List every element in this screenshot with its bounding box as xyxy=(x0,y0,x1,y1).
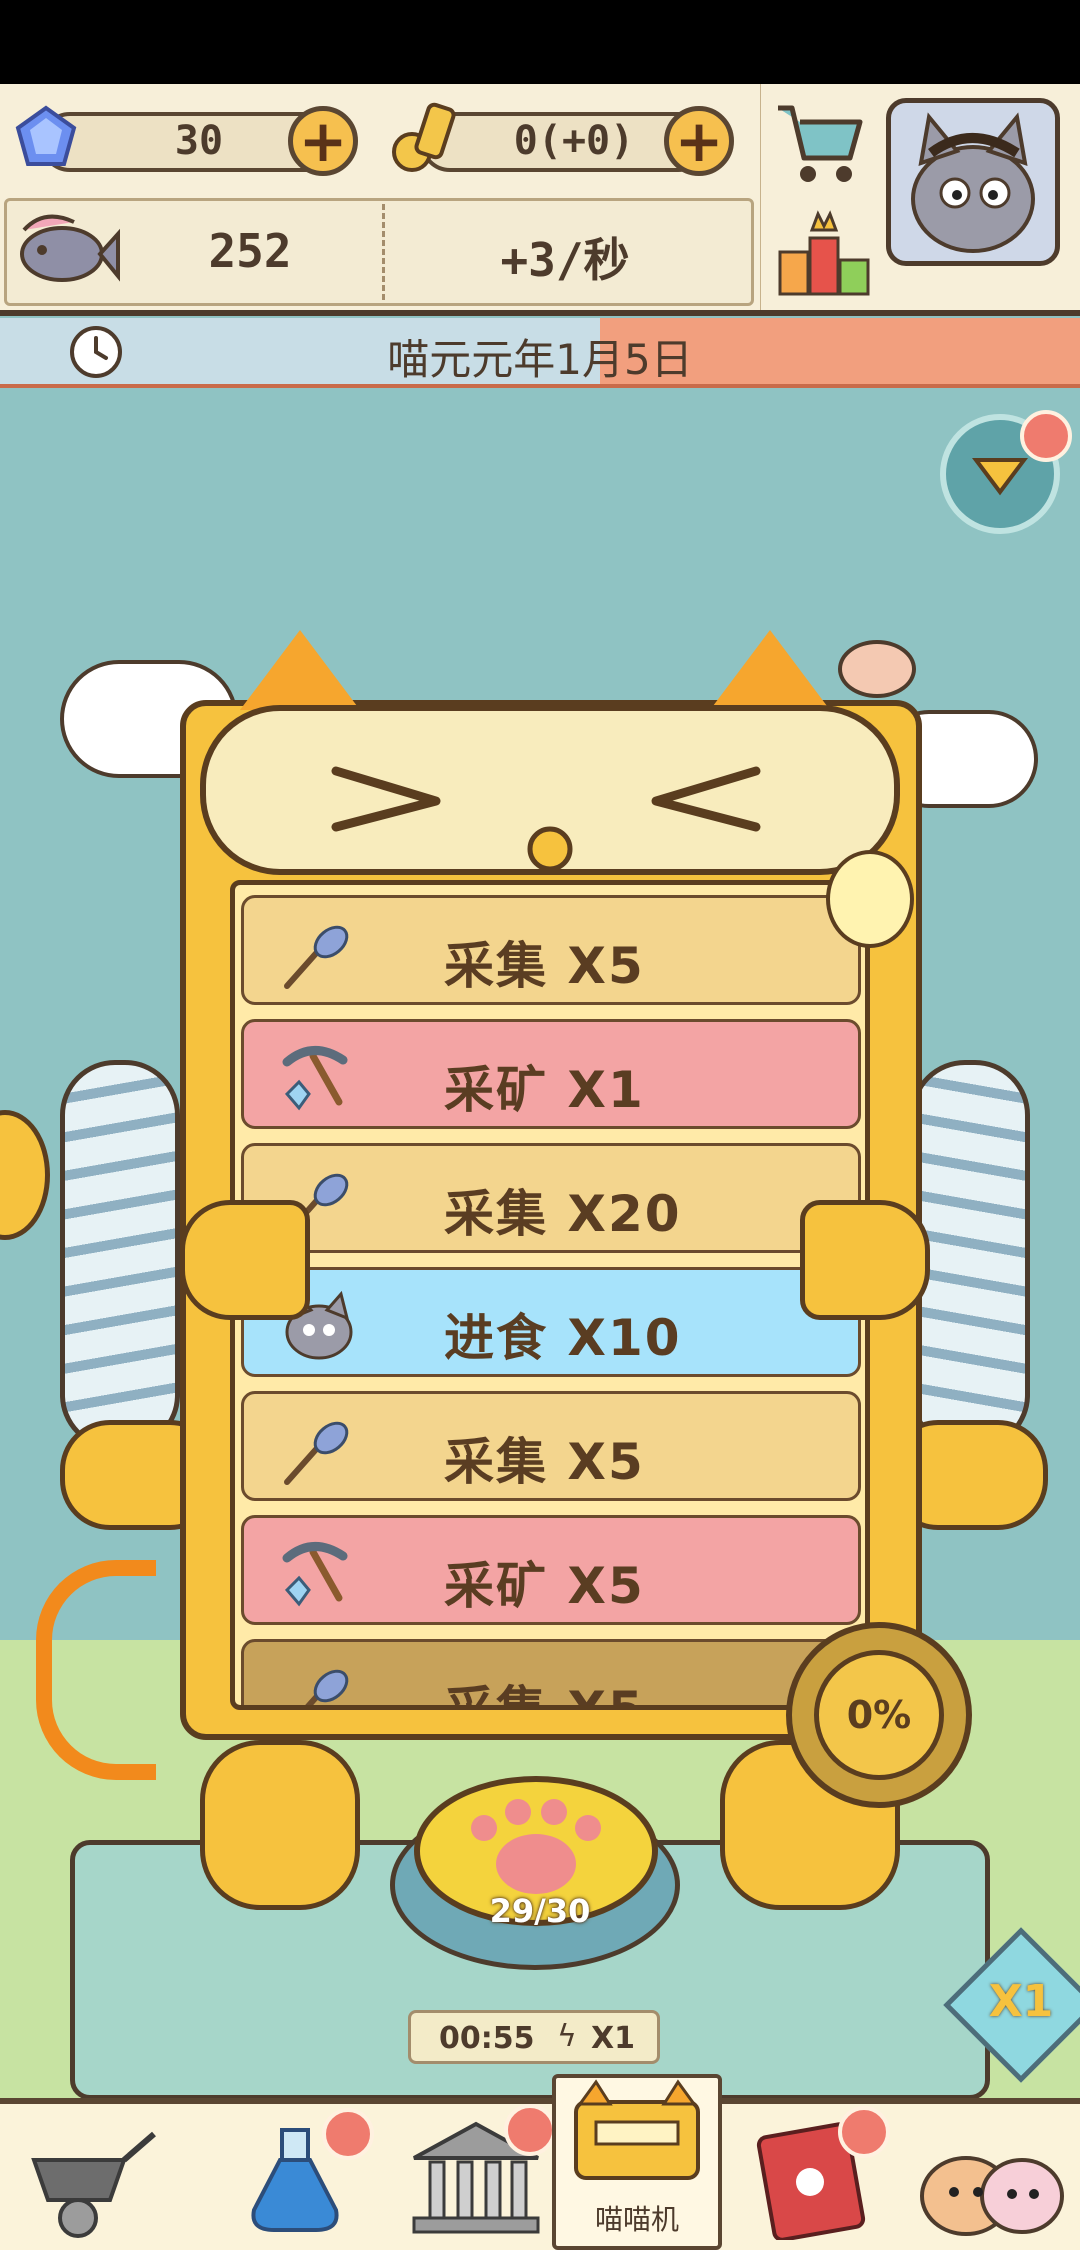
lightbulb-icon[interactable] xyxy=(826,850,914,948)
wheelbarrow-icon xyxy=(31,2131,156,2238)
nav-active-label: 喵喵机 xyxy=(594,2203,679,2236)
date-bar: 喵元元年1月5日 xyxy=(0,318,1080,388)
right-knob xyxy=(800,1200,930,1320)
leaderboard-icon[interactable] xyxy=(776,208,872,302)
machine-eyes xyxy=(200,705,900,875)
timer-pill: 00:55 ϟ X1 xyxy=(408,2010,660,2064)
reel-row-label: 进食 X10 xyxy=(444,1309,682,1367)
reel-row-label: 采集 X5 xyxy=(444,937,645,995)
fish-rate: +3/秒 xyxy=(500,233,630,287)
reel-row-label: 采矿 X5 xyxy=(444,1557,645,1615)
gem-count: 30 xyxy=(174,118,224,164)
fishing-rod-icon xyxy=(279,912,359,992)
reel-row-label: 采集 X20 xyxy=(444,1185,682,1243)
pickaxe-icon xyxy=(279,1532,359,1612)
fish-row-divider xyxy=(382,204,385,300)
energy-multiplier: X1 xyxy=(591,2021,636,2056)
left-foot xyxy=(200,1740,360,1910)
energy-icon: ϟ xyxy=(557,2019,577,2054)
bottom-nav: 喵喵机 xyxy=(0,2074,1080,2250)
left-arm xyxy=(60,1060,180,1450)
pickaxe-icon xyxy=(279,1036,359,1116)
fishing-rod-icon xyxy=(279,1656,359,1705)
machine-icon xyxy=(574,2079,700,2180)
progress-percent: 0% xyxy=(814,1650,944,1780)
coin-icon[interactable] xyxy=(0,1110,50,1240)
reel-row: 采集 X20 xyxy=(241,1143,861,1253)
progress-dial: 0% xyxy=(786,1622,972,1808)
fish-count: 252 xyxy=(208,224,292,278)
ticket-icon xyxy=(388,100,458,180)
left-ear xyxy=(240,630,360,710)
nav-cart[interactable] xyxy=(20,2110,180,2250)
fishing-rod-icon xyxy=(279,1408,359,1488)
reel-row-label: 采集 X5 xyxy=(444,1433,645,1491)
add-gems-button[interactable]: + xyxy=(288,106,358,176)
bird-icon xyxy=(838,640,916,698)
resource-panel: 30 + 0(+0) + 252 +3/秒 xyxy=(0,84,1080,316)
book-badge xyxy=(838,2106,890,2158)
reel-row: 采矿 X5 xyxy=(241,1515,861,1625)
fish-icon xyxy=(14,206,120,300)
panel-separator xyxy=(760,84,761,310)
reel-row: 进食 X10 xyxy=(241,1267,861,1377)
reel-row: 采集 X5 xyxy=(241,1391,861,1501)
ticket-count: 0(+0) xyxy=(513,118,635,164)
speed-label: X1 xyxy=(988,1976,1054,2027)
add-tickets-button[interactable]: + xyxy=(664,106,734,176)
tail xyxy=(36,1560,156,1780)
gem-icon xyxy=(12,104,80,176)
status-bar xyxy=(0,0,1080,84)
left-knob xyxy=(180,1200,310,1320)
eyes-icon xyxy=(331,766,761,872)
timer-text: 00:55 xyxy=(439,2021,535,2056)
bag-notification-badge xyxy=(1020,410,1072,462)
museum-badge xyxy=(504,2104,556,2156)
reel-screen: 采集 X5 采矿 X1 采集 X20 进食 X10 采集 X5 采矿 X5 采集 X5 xyxy=(230,880,870,1710)
nav-cats[interactable] xyxy=(910,2110,1070,2250)
press-count: 29/30 xyxy=(489,1892,591,1930)
avatar[interactable] xyxy=(886,98,1060,266)
reel-row-label: 采集 X5 xyxy=(444,1681,645,1710)
cart-icon[interactable] xyxy=(772,98,868,192)
game-date: 喵元元年1月5日 xyxy=(387,335,693,384)
nav-meow-machine[interactable]: 喵喵机 xyxy=(552,2074,722,2250)
reel-row: 采矿 X1 xyxy=(241,1019,861,1129)
potion-badge xyxy=(322,2108,374,2160)
reel-row: 采集 X5 xyxy=(241,1639,861,1710)
reel-row-label: 采矿 X1 xyxy=(444,1061,645,1119)
cats-icon xyxy=(920,2156,1064,2236)
right-ear xyxy=(710,630,830,710)
reel-row: 采集 X5 xyxy=(241,895,861,1005)
